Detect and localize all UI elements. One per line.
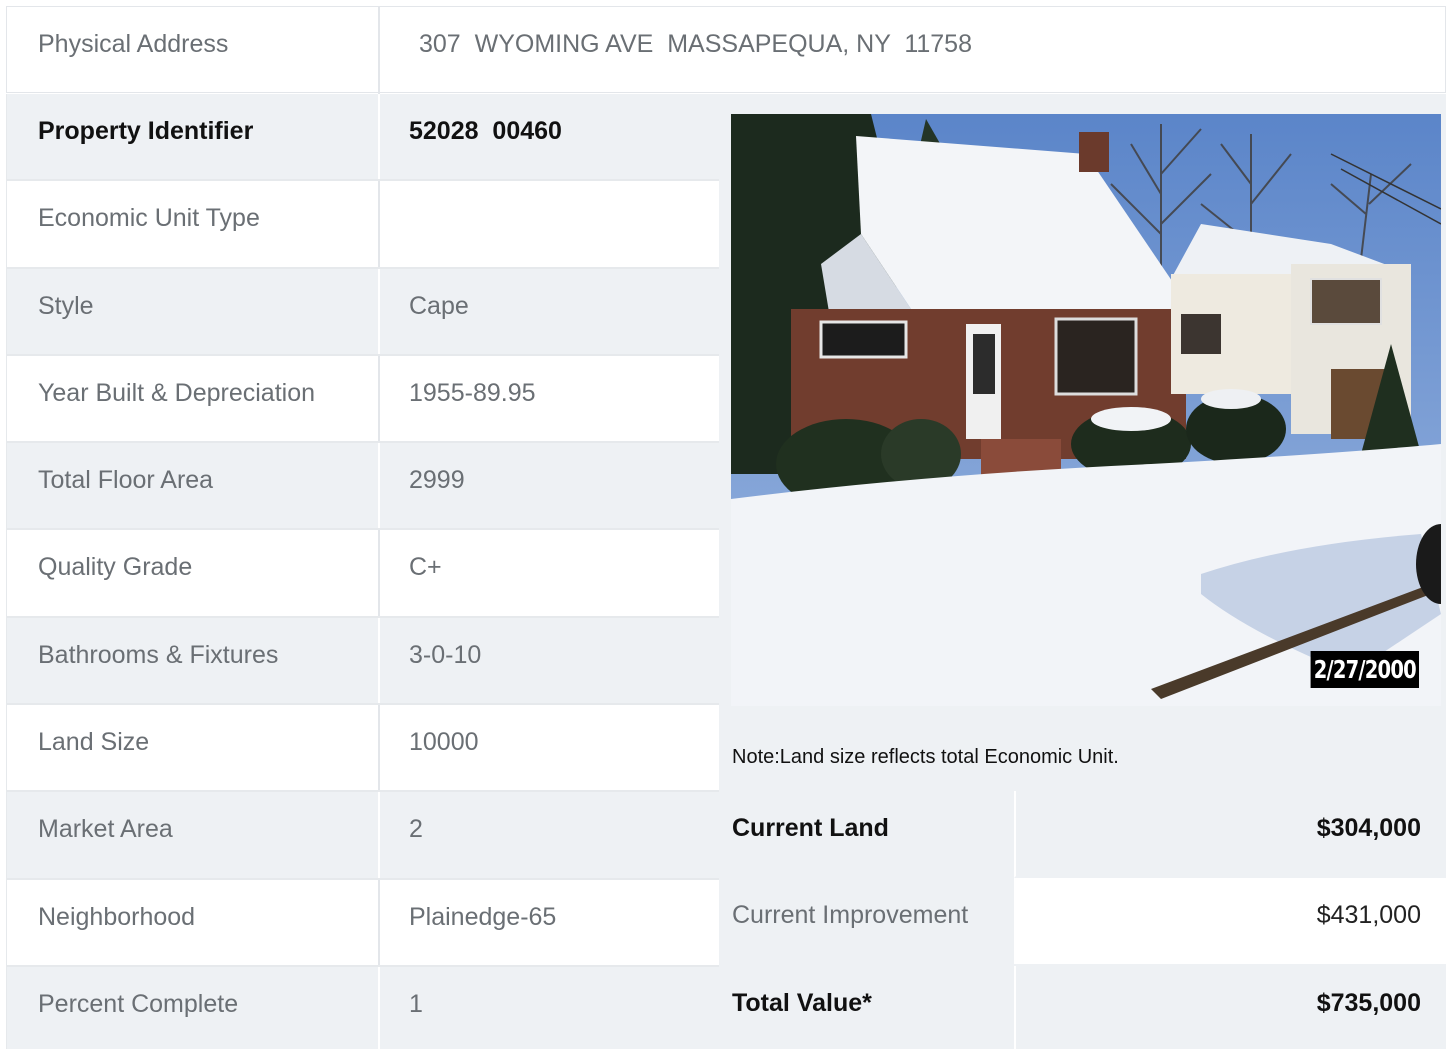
column-divider [378, 443, 380, 529]
value-label: Total Value* [732, 988, 872, 1017]
detail-row-neighborhood: Neighborhood Plainedge-65 [6, 879, 719, 967]
detail-label: Bathrooms & Fixtures [38, 640, 279, 669]
detail-label: Land Size [38, 728, 150, 757]
detail-row-property-identifier: Property Identifier 52028 00460 [6, 94, 719, 182]
house-photo-image [731, 114, 1441, 706]
detail-row-year-built: Year Built & Depreciation 1955-89.95 [6, 355, 719, 444]
column-divider [378, 705, 380, 791]
column-divider [378, 530, 380, 616]
detail-row-total-floor-area: Total Floor Area 2999 [6, 443, 719, 531]
value-amount: $304,000 [1316, 814, 1421, 842]
detail-row-economic-unit-type: Economic Unit Type [6, 181, 719, 269]
detail-row-market-area: Market Area 2 [6, 792, 719, 880]
value-label: Current Land [732, 814, 889, 842]
column-divider [378, 94, 380, 180]
column-divider [378, 879, 380, 965]
land-size-note: Note:Land size reflects total Economic U… [732, 746, 1119, 768]
column-divider [378, 181, 380, 267]
physical-address-row: Physical Address 307 WYOMING AVE MASSAPE… [6, 6, 1446, 94]
value-cell: $431,000 [1014, 878, 1446, 966]
value-row-total-value: Total Value* $735,000 [719, 965, 1446, 1049]
detail-value: 52028 00460 [409, 117, 562, 145]
column-divider [378, 355, 380, 442]
detail-label: Neighborhood [38, 902, 196, 931]
detail-row-bathrooms: Bathrooms & Fixtures 3-0-10 [6, 617, 719, 706]
detail-row-land-size: Land Size 10000 [6, 705, 719, 793]
detail-value: 2999 [409, 466, 465, 495]
detail-label: Property Identifier [38, 117, 254, 145]
column-divider [378, 966, 380, 1049]
detail-value: 1955-89.95 [409, 378, 536, 407]
column-divider [378, 268, 380, 354]
detail-label: Quality Grade [38, 553, 193, 582]
value-cell: $735,000 [1014, 965, 1446, 1049]
value-row-current-improvement: Current Improvement $431,000 [719, 878, 1446, 966]
value-cell: $304,000 [1014, 791, 1446, 879]
detail-value: 1 [409, 989, 423, 1018]
property-photo[interactable]: 2/27/2000 [731, 114, 1441, 706]
detail-value: Plainedge-65 [409, 902, 557, 931]
physical-address-value: 307 WYOMING AVE MASSAPEQUA, NY 11758 [419, 30, 972, 58]
detail-label: Style [38, 291, 94, 320]
detail-value: C+ [409, 553, 442, 582]
value-label: Current Improvement [732, 901, 969, 930]
physical-address-label: Physical Address [38, 30, 229, 58]
detail-value: 10000 [409, 728, 479, 757]
detail-value: Cape [409, 291, 469, 320]
detail-value: 2 [409, 815, 423, 844]
detail-label: Economic Unit Type [38, 204, 260, 233]
column-divider [378, 7, 380, 94]
value-row-current-land: Current Land $304,000 [719, 791, 1446, 879]
property-details-table: Property Identifier 52028 00460 Economic… [6, 94, 719, 1049]
photo-date-stamp: 2/27/2000 [1310, 651, 1419, 688]
column-divider [378, 792, 380, 878]
detail-value: 3-0-10 [409, 640, 482, 669]
detail-row-quality-grade: Quality Grade C+ [6, 530, 719, 618]
detail-row-percent-complete: Percent Complete 1 [6, 966, 719, 1049]
detail-label: Total Floor Area [38, 466, 214, 495]
detail-row-style: Style Cape [6, 268, 719, 356]
valuation-table: Current Land $304,000 Current Improvemen… [719, 791, 1446, 1049]
detail-label: Market Area [38, 815, 173, 844]
detail-label: Year Built & Depreciation [38, 378, 316, 407]
photo-and-values-panel: 2/27/2000 Note:Land size reflects total … [719, 94, 1446, 1049]
detail-label: Percent Complete [38, 989, 239, 1018]
value-amount: $735,000 [1316, 988, 1421, 1017]
value-amount: $431,000 [1316, 901, 1421, 930]
column-divider [378, 617, 380, 704]
